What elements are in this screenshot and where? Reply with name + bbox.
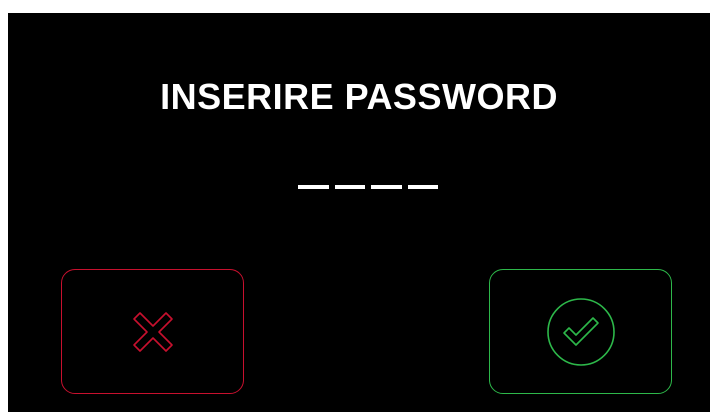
- password-screen: INSERIRE PASSWORD: [8, 13, 710, 412]
- pin-slot: [407, 185, 438, 189]
- close-icon: [128, 307, 178, 357]
- cancel-button[interactable]: [61, 269, 244, 394]
- page-title: INSERIRE PASSWORD: [160, 76, 558, 117]
- check-circle-icon: [545, 296, 617, 368]
- pin-slot: [371, 185, 402, 189]
- password-field[interactable]: [298, 185, 438, 191]
- pin-slot: [334, 185, 365, 189]
- confirm-button[interactable]: [489, 269, 672, 394]
- pin-slot: [298, 185, 329, 189]
